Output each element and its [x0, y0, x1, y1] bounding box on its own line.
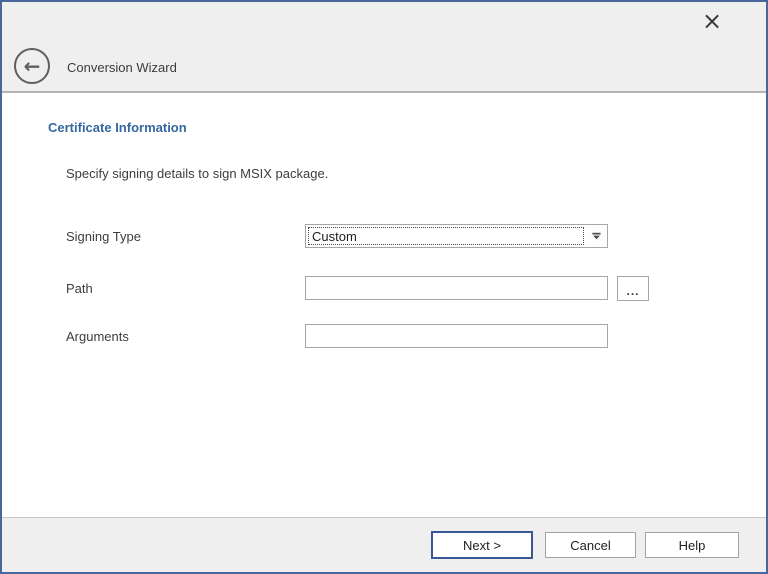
chevron-down-icon[interactable]	[586, 226, 606, 246]
browse-button[interactable]: ...	[617, 276, 649, 301]
close-icon[interactable]: ×	[698, 6, 726, 36]
back-icon[interactable]: ←	[14, 48, 50, 84]
wizard-header: × ← Conversion Wizard	[2, 2, 766, 93]
arguments-input[interactable]	[305, 324, 608, 348]
signing-type-value: Custom	[308, 227, 584, 245]
help-button[interactable]: Help	[645, 532, 739, 558]
cancel-button[interactable]: Cancel	[545, 532, 636, 558]
path-input[interactable]	[305, 276, 608, 300]
page-description: Specify signing details to sign MSIX pac…	[66, 166, 328, 181]
next-button[interactable]: Next >	[431, 531, 533, 559]
wizard-footer: Next > Cancel Help	[2, 517, 766, 572]
path-label: Path	[66, 281, 93, 296]
signing-type-label: Signing Type	[66, 229, 141, 244]
signing-type-combobox[interactable]: Custom	[305, 224, 608, 248]
arguments-label: Arguments	[66, 329, 129, 344]
page-title: Certificate Information	[48, 120, 187, 135]
wizard-title: Conversion Wizard	[67, 60, 177, 75]
conversion-wizard-dialog: × ← Conversion Wizard Certificate Inform…	[0, 0, 768, 574]
